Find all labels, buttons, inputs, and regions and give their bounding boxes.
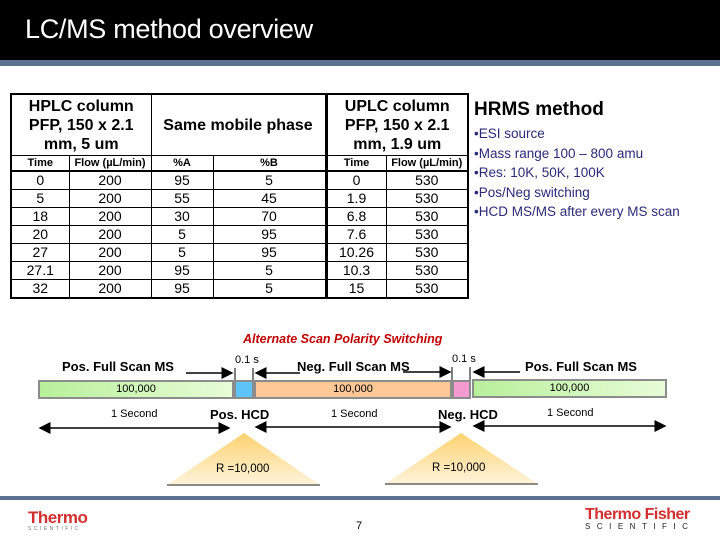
neg-hcd-triangle [385,433,538,484]
footer-rule [0,496,720,500]
pos-hcd-resolution: R =10,000 [216,463,270,475]
pos-hcd-triangle [167,433,320,485]
neg-hcd-resolution: R =10,000 [432,462,486,474]
logo-left-sub: SCIENTIFIC [28,526,81,532]
thermo-scientific-logo: Thermo SCIENTIFIC [28,508,88,532]
logo-right-sub: SCIENTIFIC [585,522,695,531]
thermo-fisher-logo: Thermo Fisher SCIENTIFIC [585,506,694,531]
diagram-graphics [38,366,667,486]
interval-arrows [186,366,520,380]
duration-arrows [38,420,667,434]
logo-left-name: Thermo [28,508,88,527]
page-number: 7 [356,520,363,532]
